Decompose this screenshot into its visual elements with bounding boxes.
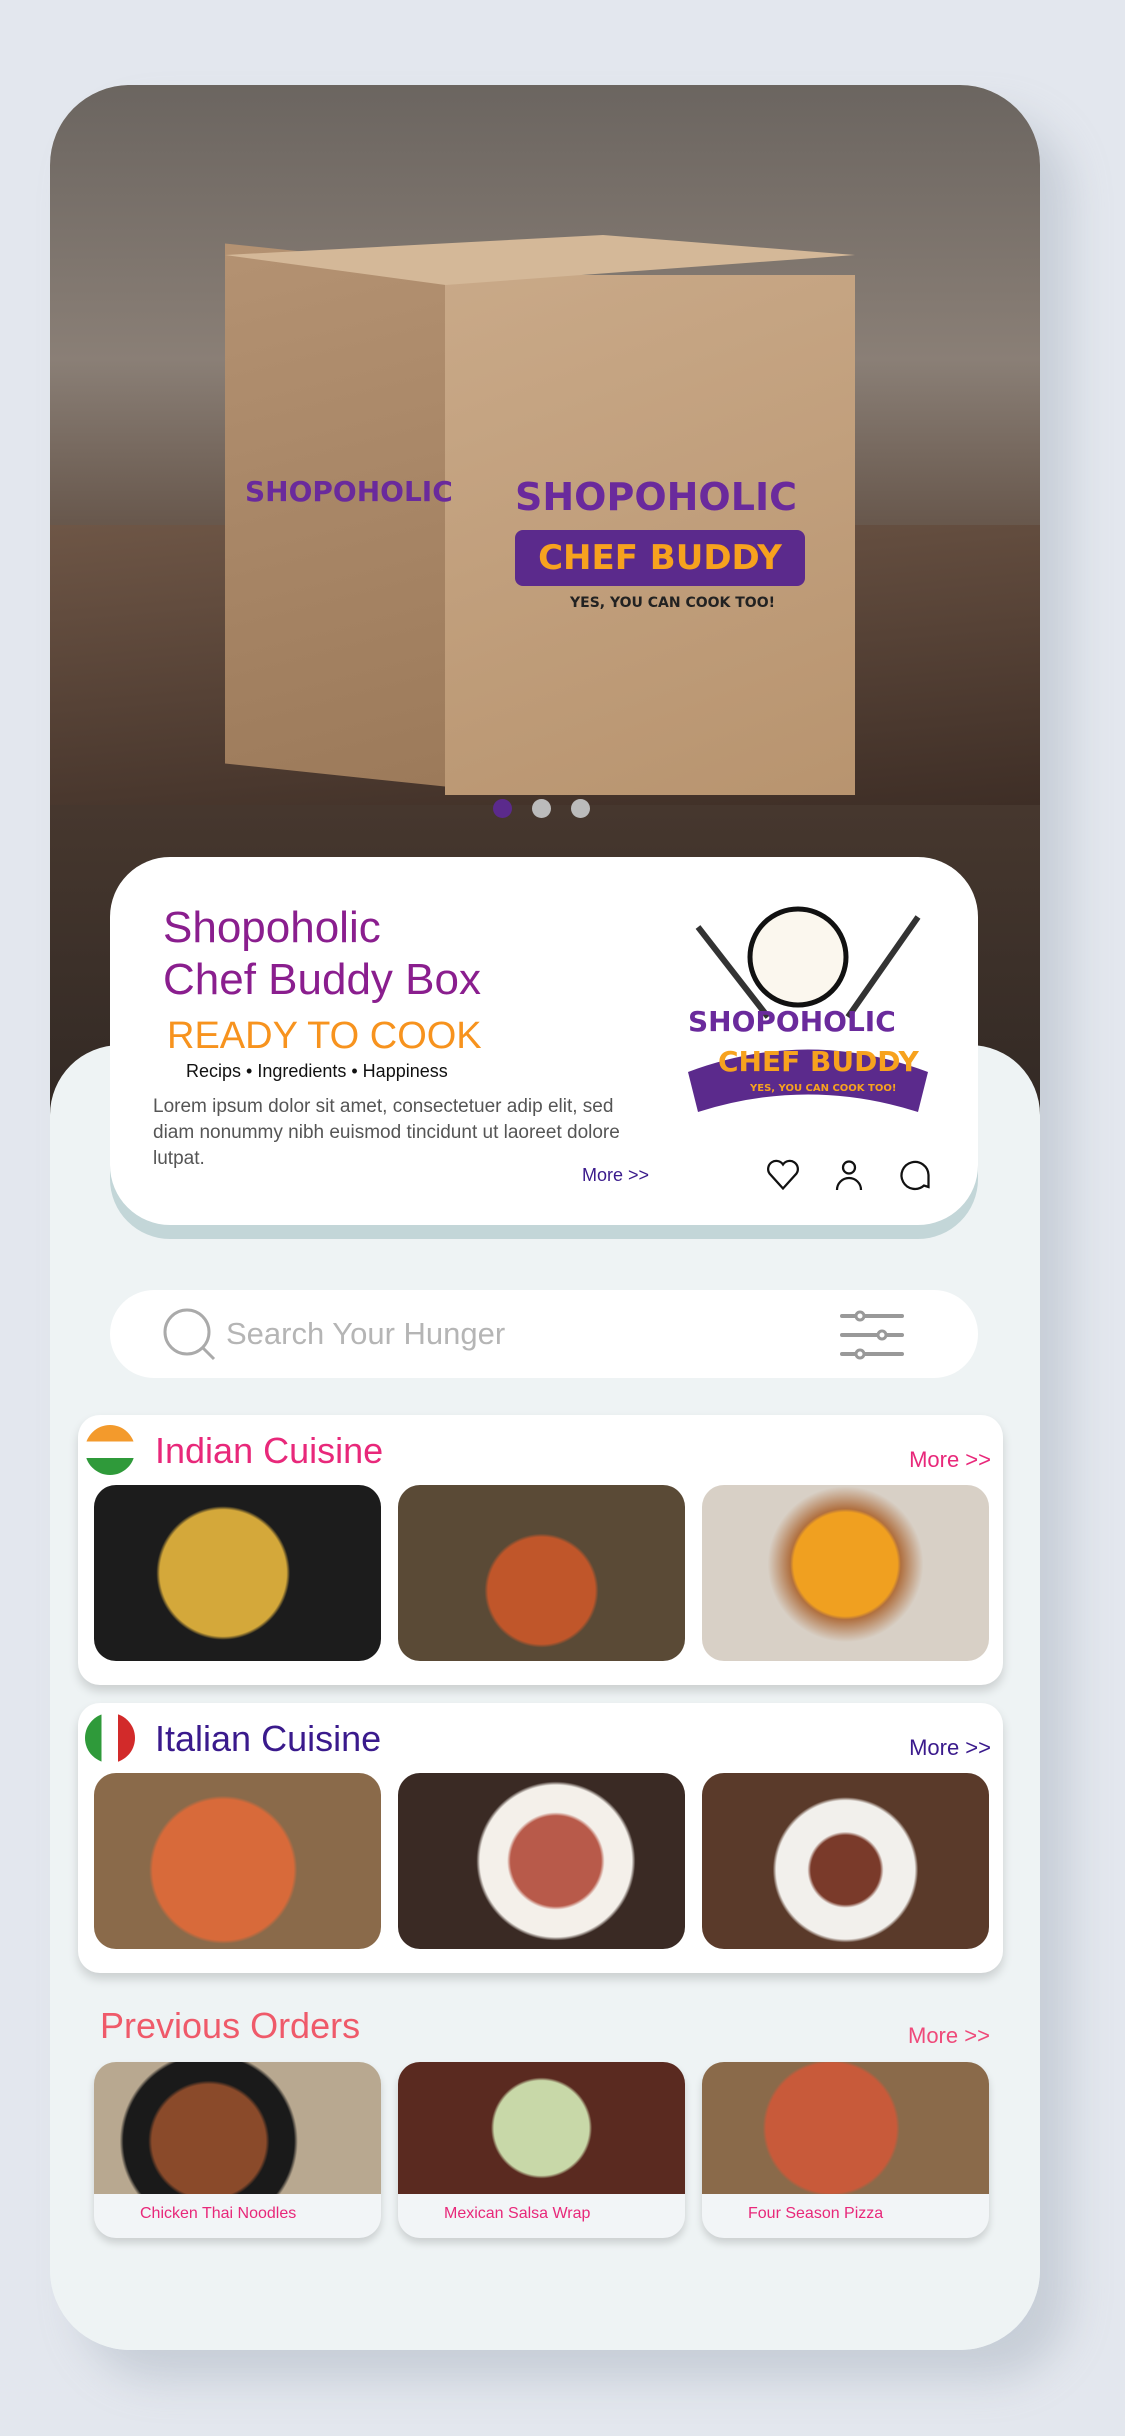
product-subtitle: READY TO COOK — [167, 1015, 482, 1057]
section-title: Previous Orders — [100, 2005, 361, 2046]
carousel-dots[interactable] — [493, 799, 590, 818]
section-title: Indian Cuisine — [155, 1430, 384, 1471]
dish-image[interactable] — [94, 1485, 381, 1661]
section-title: Italian Cuisine — [155, 1718, 382, 1759]
product-info-card: Shopoholic Chef Buddy Box READY TO COOK R… — [110, 857, 978, 1225]
indian-cuisine-card: Indian Cuisine More >> — [78, 1415, 1003, 1685]
heart-icon[interactable] — [765, 1157, 801, 1193]
dish-image[interactable] — [702, 1485, 989, 1661]
phone-frame: SHOPOHOLIC SHOPOHOLIC CHEF BUDDY YES, YO… — [50, 85, 1040, 2350]
more-link[interactable]: More >> — [908, 2023, 990, 2049]
product-description: Lorem ipsum dolor sit amet, consectetuer… — [153, 1096, 620, 1169]
dish-image[interactable] — [702, 1773, 989, 1949]
more-link[interactable]: More >> — [909, 1735, 991, 1761]
italian-cuisine-card: Italian Cuisine More >> — [78, 1703, 1003, 1973]
more-link[interactable]: More >> — [582, 1165, 649, 1186]
product-title: Shopoholic Chef Buddy Box — [163, 903, 481, 1004]
order-item[interactable]: Four Season Pizza — [702, 2062, 989, 2238]
search-bar[interactable]: Search Your Hunger — [110, 1290, 978, 1378]
dish-image[interactable] — [94, 1773, 381, 1949]
chef-buddy-logo: SHOPOHOLIC CHEF BUDDY YES, YOU CAN COOK … — [678, 897, 938, 1137]
india-flag-icon — [85, 1425, 135, 1475]
italy-flag-icon — [85, 1713, 135, 1763]
order-item-label: Four Season Pizza — [748, 2205, 884, 2222]
order-item-label: Mexican Salsa Wrap — [444, 2205, 591, 2222]
carousel-dot[interactable] — [571, 799, 590, 818]
box-logo-brand: SHOPOHOLIC — [245, 475, 453, 508]
box-logo-title: CHEF BUDDY — [515, 530, 805, 586]
box-logo-tagline: YES, YOU CAN COOK TOO! — [570, 595, 775, 611]
box-logo-brand-front: SHOPOHOLIC — [515, 475, 797, 519]
product-box-image: SHOPOHOLIC SHOPOHOLIC CHEF BUDDY YES, YO… — [225, 235, 855, 795]
more-link[interactable]: More >> — [909, 1447, 991, 1473]
product-tags: Recips • Ingredients • Happiness — [186, 1061, 448, 1081]
dish-image[interactable] — [398, 1773, 685, 1949]
order-item[interactable]: Mexican Salsa Wrap — [398, 2062, 685, 2238]
carousel-dot[interactable] — [493, 799, 512, 818]
order-item[interactable]: Chicken Thai Noodles — [94, 2062, 381, 2238]
search-icon — [162, 1307, 216, 1366]
dish-image[interactable] — [398, 1485, 685, 1661]
chat-icon[interactable] — [897, 1157, 933, 1193]
user-icon[interactable] — [831, 1157, 867, 1193]
carousel-dot[interactable] — [532, 799, 551, 818]
search-input[interactable]: Search Your Hunger — [226, 1316, 505, 1352]
order-item-label: Chicken Thai Noodles — [140, 2205, 297, 2222]
filter-icon[interactable] — [840, 1310, 904, 1365]
